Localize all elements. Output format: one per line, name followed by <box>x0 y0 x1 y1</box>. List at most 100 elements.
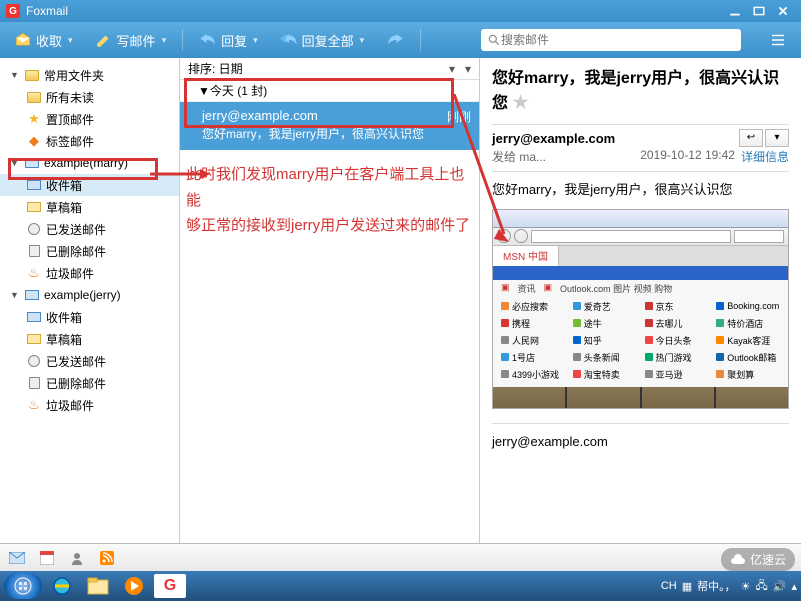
close-button[interactable] <box>771 3 795 19</box>
account-label: example(marry) <box>44 156 128 170</box>
reply-icon[interactable]: ↩ <box>739 129 763 147</box>
folder-icon <box>27 92 41 103</box>
folder-label: 已删除邮件 <box>46 243 106 260</box>
folder-label: 常用文件夹 <box>44 67 104 84</box>
rss-icon[interactable] <box>98 549 116 567</box>
app-title: Foxmail <box>26 4 723 18</box>
compose-label: 写邮件 <box>117 31 156 50</box>
preview-body: 您好marry，我是jerry用户，很高兴认识您 <box>492 180 789 201</box>
sort-header[interactable]: 排序: 日期 ▾ ▾ <box>180 58 479 80</box>
folder-drafts-jerry[interactable]: 草稿箱 <box>0 328 179 350</box>
separator <box>182 29 183 51</box>
folder-label: 已发送邮件 <box>46 353 106 370</box>
account-label: example(jerry) <box>44 288 121 302</box>
compose-button[interactable]: 写邮件▾ <box>89 27 173 54</box>
minimize-button[interactable] <box>723 3 747 19</box>
folder-sent-marry[interactable]: 已发送邮件 <box>0 218 179 240</box>
folder-label: 草稿箱 <box>46 331 82 348</box>
receive-button[interactable]: 收取▾ <box>8 27 79 54</box>
envelope-open-icon <box>14 31 32 49</box>
fire-icon: ♨ <box>26 397 42 413</box>
reply-button[interactable]: 回复▾ <box>193 27 264 54</box>
sent-icon <box>28 355 40 367</box>
foxmail-icon[interactable]: G <box>154 574 186 598</box>
account-marry[interactable]: ▼example(marry) <box>0 152 179 174</box>
folder-tags[interactable]: ◆标签邮件 <box>0 130 179 152</box>
mailbox-icon <box>25 290 39 300</box>
more-icon[interactable]: ▾ <box>765 129 789 147</box>
folder-common[interactable]: ▼常用文件夹 <box>0 64 179 86</box>
media-player-icon[interactable] <box>118 574 150 598</box>
folder-label: 草稿箱 <box>46 199 82 216</box>
forward-icon <box>386 31 404 49</box>
folder-deleted-marry[interactable]: 已删除邮件 <box>0 240 179 262</box>
forward-button[interactable] <box>380 27 410 53</box>
ime-indicator[interactable]: CH <box>661 580 677 592</box>
mail-subject: 您好marry，我是jerry用户，很高兴认识您 <box>202 125 469 142</box>
contacts-icon[interactable] <box>68 549 86 567</box>
preview-meta: ↩ ▾ jerry@example.com 发给 ma... 2019-10-1… <box>492 124 789 172</box>
mail-icon[interactable] <box>8 549 26 567</box>
annotation-text: 此时我们发现marry用户在客户端工具上也能 够正常的接收到jerry用户发送过… <box>180 150 479 239</box>
preview-pane: 您好marry，我是jerry用户，很高兴认识您 ★ ↩ ▾ jerry@exa… <box>480 58 801 543</box>
folder-label: 已删除邮件 <box>46 375 106 392</box>
folder-drafts-marry[interactable]: 草稿箱 <box>0 196 179 218</box>
folder-spam-marry[interactable]: ♨垃圾邮件 <box>0 262 179 284</box>
search-input[interactable] <box>501 33 735 47</box>
reply-label: 回复 <box>221 31 247 50</box>
separator <box>420 29 421 51</box>
preview-actions: ↩ ▾ <box>739 129 789 147</box>
trash-icon <box>29 245 40 257</box>
reply-all-icon <box>280 31 298 49</box>
folder-all-unread[interactable]: 所有未读 <box>0 86 179 108</box>
account-jerry[interactable]: ▼example(jerry) <box>0 284 179 306</box>
folder-label: 垃圾邮件 <box>46 265 94 282</box>
taskbar: G CH ▦ 帮中。， ☀ 🖧 🔊 ▴ <box>0 571 801 601</box>
cloud-icon <box>730 554 746 566</box>
sort-label: 排序: 日期 <box>188 60 243 77</box>
tag-icon: ◆ <box>26 133 42 149</box>
folder-sent-jerry[interactable]: 已发送邮件 <box>0 350 179 372</box>
mail-item[interactable]: jerry@example.com 刚刚 您好marry，我是jerry用户，很… <box>180 102 479 150</box>
inbox-icon <box>27 312 41 322</box>
search-box[interactable] <box>481 29 741 51</box>
search-icon <box>487 33 501 47</box>
tray-icon[interactable]: 🔊 <box>773 580 787 593</box>
folder-spam-jerry[interactable]: ♨垃圾邮件 <box>0 394 179 416</box>
folder-label: 已发送邮件 <box>46 221 106 238</box>
tray-icon[interactable]: ▦ <box>682 580 692 593</box>
folder-tree: ▼常用文件夹 所有未读 ★置顶邮件 ◆标签邮件 ▼example(marry) … <box>0 58 180 543</box>
tray-icon[interactable]: ☀ <box>741 580 751 593</box>
folder-label: 垃圾邮件 <box>46 397 94 414</box>
reply-all-button[interactable]: 回复全部▾ <box>274 27 371 54</box>
sort-dropdown-icon[interactable]: ▾ ▾ <box>449 62 471 76</box>
inbox-icon <box>27 180 41 190</box>
embedded-screenshot: MSN 中国 ▣资讯 ▣Outlook.com 图片 视频 购物 必应搜索爱奇艺… <box>492 209 789 409</box>
maximize-button[interactable] <box>747 3 771 19</box>
show-hidden-icon[interactable]: ▴ <box>791 580 797 593</box>
tray-icon[interactable]: 🖧 <box>756 577 768 596</box>
explorer-icon[interactable] <box>82 574 114 598</box>
folder-label: 所有未读 <box>46 89 94 106</box>
star-icon[interactable]: ★ <box>512 92 528 112</box>
sent-icon <box>28 223 40 235</box>
start-button[interactable] <box>4 573 42 599</box>
folder-pinned[interactable]: ★置顶邮件 <box>0 108 179 130</box>
group-today[interactable]: ▼ 今天 (1 封) <box>180 80 479 102</box>
preview-date: 2019-10-12 19:42 <box>640 148 735 165</box>
mail-from: jerry@example.com <box>202 108 469 123</box>
folder-inbox-marry[interactable]: 收件箱 <box>0 174 179 196</box>
receive-label: 收取 <box>36 31 62 50</box>
toolbar: 收取▾ 写邮件▾ 回复▾ 回复全部▾ <box>0 22 801 58</box>
folder-icon <box>25 70 39 81</box>
menu-button[interactable] <box>763 27 793 53</box>
reply-all-label: 回复全部 <box>302 31 354 50</box>
folder-inbox-jerry[interactable]: 收件箱 <box>0 306 179 328</box>
folder-label: 标签邮件 <box>46 133 94 150</box>
folder-deleted-jerry[interactable]: 已删除邮件 <box>0 372 179 394</box>
ie-icon[interactable] <box>46 574 78 598</box>
calendar-icon[interactable] <box>38 549 56 567</box>
reply-icon <box>199 31 217 49</box>
trash-icon <box>29 377 40 389</box>
detail-link[interactable]: 详细信息 <box>741 148 789 165</box>
